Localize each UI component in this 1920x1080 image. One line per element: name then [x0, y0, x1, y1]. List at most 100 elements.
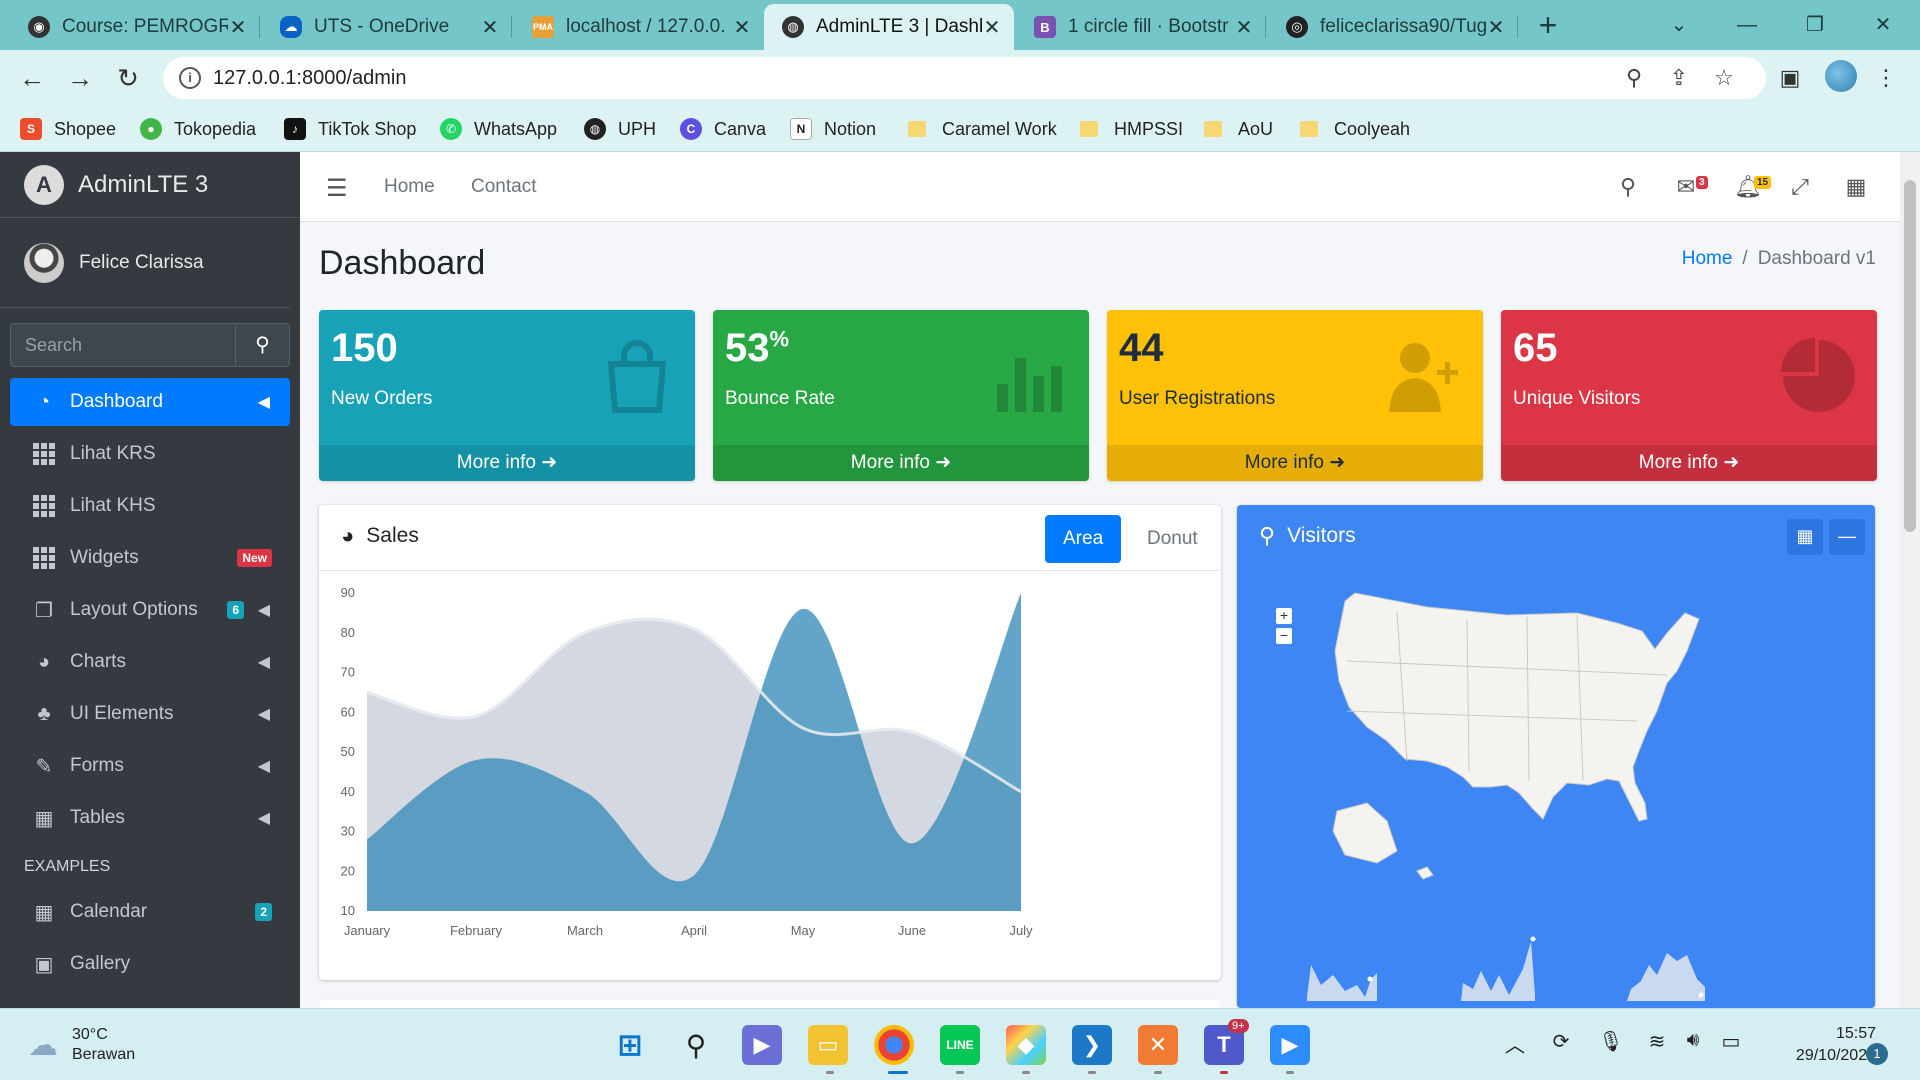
snipping-tool-icon[interactable]: ◆: [1006, 1025, 1046, 1065]
y-tick-label: 60: [341, 704, 355, 719]
more-info-link[interactable]: More info ➜: [1501, 445, 1877, 481]
collapse-button[interactable]: —: [1829, 519, 1865, 555]
system-clock[interactable]: 15:57 29/10/2022: [1764, 1023, 1876, 1067]
close-window-button[interactable]: ✕: [1858, 8, 1908, 42]
notification-badge[interactable]: 1: [1866, 1043, 1888, 1065]
search-icon[interactable]: ⚲: [676, 1025, 716, 1065]
bookmark-folder-hmpssi[interactable]: HMPSSI: [1080, 116, 1183, 142]
bookmark-whatsapp[interactable]: ✆ WhatsApp: [440, 116, 557, 142]
bookmark-folder-caramel[interactable]: Caramel Work: [908, 116, 1057, 142]
uph-icon: ◍: [584, 118, 606, 140]
microphone-icon[interactable]: 🎙︎: [1596, 1029, 1626, 1054]
bookmark-uph[interactable]: ◍ UPH: [584, 116, 656, 142]
weather-widget[interactable]: ☁ 30°C Berawan: [28, 1025, 135, 1065]
more-info-link[interactable]: More info ➜: [1107, 445, 1483, 481]
back-button[interactable]: ←: [14, 60, 50, 96]
sidebar-item-tables[interactable]: ▦ Tables ◀: [10, 794, 290, 842]
control-sidebar-icon[interactable]: ▦: [1842, 174, 1870, 200]
info-icon[interactable]: i: [179, 67, 201, 89]
windows-start-icon[interactable]: ⊞: [610, 1025, 650, 1065]
sync-icon[interactable]: ⟳: [1546, 1029, 1576, 1054]
map-zoom-in-button[interactable]: +: [1276, 608, 1292, 624]
visitors-card: ⚲ Visitors ▦ — + −: [1237, 505, 1875, 1008]
fullscreen-icon[interactable]: ⤢: [1786, 174, 1814, 200]
line-icon[interactable]: LINE: [940, 1025, 980, 1065]
map-zoom-out-button[interactable]: −: [1276, 628, 1292, 644]
bookmark-tokopedia[interactable]: ● Tokopedia: [140, 116, 256, 142]
sidebar-item-dashboard[interactable]: ◔ Dashboard ◀: [10, 378, 290, 426]
sidebar-item-layout-options[interactable]: ❐ Layout Options 6 ◀: [10, 586, 290, 634]
bookmark-notion[interactable]: N Notion: [790, 116, 876, 142]
forward-button[interactable]: →: [62, 60, 98, 96]
chat-icon[interactable]: ▶: [742, 1025, 782, 1065]
share-icon[interactable]: ⇪: [1666, 65, 1692, 91]
vscode-icon[interactable]: ❯: [1072, 1025, 1112, 1065]
calendar-icon[interactable]: ▦: [1787, 519, 1823, 555]
browser-tab[interactable]: PMA localhost / 127.0.0. ✕: [514, 4, 764, 50]
user-panel[interactable]: Felice Clarissa: [0, 218, 290, 308]
close-icon[interactable]: ✕: [982, 15, 1002, 40]
tab-donut[interactable]: Donut: [1129, 515, 1216, 563]
page-scrollbar-thumb[interactable]: [1904, 180, 1916, 532]
stat-value: 44: [1119, 326, 1164, 370]
sidebar-item-ui-elements[interactable]: ♣ UI Elements ◀: [10, 690, 290, 738]
bookmark-tiktok[interactable]: ♪ TikTok Shop: [284, 116, 416, 142]
sidebar-item-widgets[interactable]: Widgets New: [10, 534, 290, 582]
bookmark-canva[interactable]: C Canva: [680, 116, 766, 142]
chevron-up-icon[interactable]: ︿: [1500, 1029, 1530, 1058]
zoom-icon[interactable]: ⚲: [1621, 65, 1647, 91]
bookmark-folder-aou[interactable]: AoU: [1204, 116, 1273, 142]
grid-icon: [32, 442, 56, 466]
wifi-icon[interactable]: ≋: [1642, 1029, 1672, 1054]
side-panel-icon[interactable]: ▣: [1772, 60, 1808, 96]
copy-icon: ❐: [35, 599, 53, 622]
minimize-button[interactable]: —: [1722, 8, 1772, 42]
restore-button[interactable]: ❐: [1790, 8, 1840, 42]
nav-link-contact[interactable]: Contact: [471, 176, 536, 198]
close-icon[interactable]: ✕: [1486, 15, 1506, 40]
search-icon[interactable]: ⚲: [1614, 174, 1642, 200]
bookmark-folder-coolyeah[interactable]: Coolyeah: [1300, 116, 1410, 142]
battery-icon[interactable]: ▭: [1716, 1029, 1746, 1054]
brand-link[interactable]: A AdminLTE 3: [0, 152, 300, 218]
close-icon[interactable]: ✕: [1234, 15, 1254, 40]
sidebar-item-forms[interactable]: ✎ Forms ◀: [10, 742, 290, 790]
menu-icon[interactable]: ⋮: [1868, 60, 1904, 96]
search-icon[interactable]: ⚲: [236, 323, 290, 367]
url-bar[interactable]: i 127.0.0.1:8000/admin ⚲ ⇪ ☆: [163, 57, 1766, 99]
breadcrumb-home[interactable]: Home: [1682, 248, 1733, 269]
chrome-icon[interactable]: [874, 1025, 914, 1065]
browser-tab[interactable]: ◉ Course: PEMROGRA ✕: [10, 4, 260, 50]
new-tab-button[interactable]: +: [1530, 8, 1566, 44]
sidebar-item-calendar[interactable]: ▦ Calendar 2: [10, 888, 290, 936]
xampp-icon[interactable]: ✕: [1138, 1025, 1178, 1065]
browser-tab[interactable]: B 1 circle fill · Bootstr ✕: [1016, 4, 1266, 50]
sidebar-item-gallery[interactable]: ▣ Gallery: [10, 940, 290, 988]
y-tick-label: 80: [341, 625, 355, 640]
sidebar-item-lihat-krs[interactable]: Lihat KRS: [10, 430, 290, 478]
bookmark-shopee[interactable]: S Shopee: [20, 116, 116, 142]
star-icon[interactable]: ☆: [1711, 65, 1737, 91]
browser-tab[interactable]: ☁ UTS - OneDrive ✕: [262, 4, 512, 50]
browser-tab[interactable]: ◎ feliceclarissa90/Tug ✕: [1268, 4, 1518, 50]
more-info-link[interactable]: More info ➜: [713, 445, 1089, 481]
more-info-link[interactable]: More info ➜: [319, 445, 695, 481]
close-icon[interactable]: ✕: [228, 15, 248, 40]
sidebar-section-header: EXAMPLES: [24, 858, 111, 875]
close-icon[interactable]: ✕: [480, 15, 500, 40]
nav-link-home[interactable]: Home: [384, 176, 435, 198]
file-explorer-icon[interactable]: ▭: [808, 1025, 848, 1065]
tab-area[interactable]: Area: [1045, 515, 1122, 563]
hamburger-menu-icon[interactable]: ☰: [326, 174, 348, 203]
reload-button[interactable]: ↻: [110, 60, 146, 96]
user-name: Felice Clarissa: [79, 251, 204, 273]
browser-tab-active[interactable]: ◍ AdminLTE 3 | Dashb ✕: [764, 4, 1014, 50]
sidebar-item-lihat-khs[interactable]: Lihat KHS: [10, 482, 290, 530]
sidebar-item-charts[interactable]: ◕ Charts ◀: [10, 638, 290, 686]
volume-icon[interactable]: 🔊︎: [1678, 1029, 1708, 1052]
zoom-icon[interactable]: ▶: [1270, 1025, 1310, 1065]
profile-avatar[interactable]: [1825, 60, 1857, 92]
close-icon[interactable]: ✕: [732, 15, 752, 40]
sidebar-search-input[interactable]: Search: [10, 323, 236, 367]
tab-search-icon[interactable]: ⌄: [1654, 8, 1704, 42]
